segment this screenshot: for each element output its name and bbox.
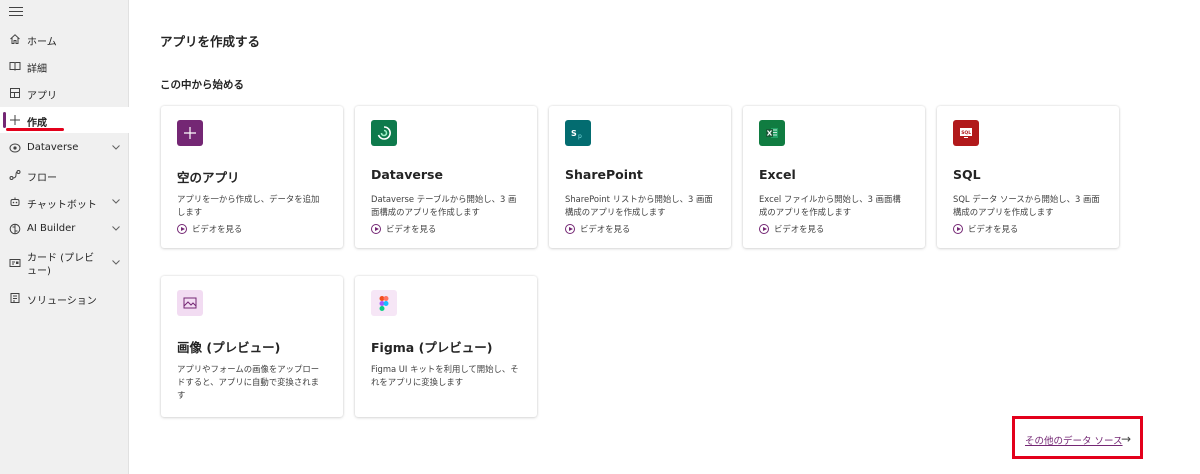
video-label: ビデオを見る (774, 224, 825, 234)
card-blank-app[interactable]: 空のアプリ アプリを一から作成し、データを追加します ビデオを見る (161, 106, 343, 248)
card-icon (8, 256, 21, 269)
sidebar-item-dataverse[interactable]: Dataverse (0, 135, 129, 161)
card-title: SharePoint (565, 167, 643, 182)
watch-video-link[interactable]: ビデオを見る (565, 223, 630, 235)
card-figma-preview[interactable]: Figma (プレビュー) Figma UI キットを利用して開始し、それをアプ… (355, 276, 537, 417)
card-description: SQL データ ソースから開始し、3 画面構成のアプリを作成します (953, 194, 1100, 217)
sidebar-item-apps[interactable]: アプリ (0, 80, 129, 106)
bot-icon (8, 195, 21, 208)
flow-icon (8, 168, 21, 181)
watch-video-link[interactable]: ビデオを見る (371, 223, 436, 235)
sidebar-item-chatbots[interactable]: チャットボット (0, 189, 129, 215)
sidebar: ホーム 詳細 アプリ 作成 Dataverse フロー チャットボット AI B… (0, 0, 129, 474)
sidebar-item-label: アプリ (27, 91, 57, 102)
sidebar-item-label: ホーム (27, 37, 57, 48)
chevron-down-icon[interactable] (111, 196, 121, 206)
video-label: ビデオを見る (192, 224, 243, 234)
chevron-down-icon[interactable] (111, 142, 121, 152)
play-icon (565, 224, 575, 234)
sidebar-item-label: フロー (27, 173, 57, 184)
sidebar-item-label: Dataverse (27, 142, 79, 153)
app-root: ホーム 詳細 アプリ 作成 Dataverse フロー チャットボット AI B… (0, 0, 1200, 474)
ai-builder-icon (8, 222, 21, 235)
highlight-underline (6, 128, 64, 131)
sidebar-item-label: カード (プレビュー) (27, 253, 95, 277)
sidebar-item-solutions[interactable]: ソリューション (0, 285, 129, 311)
play-icon (759, 224, 769, 234)
watch-video-link[interactable]: ビデオを見る (759, 223, 824, 235)
hamburger-menu-icon[interactable] (9, 4, 23, 18)
sidebar-item-ai-builder[interactable]: AI Builder (0, 216, 129, 242)
sidebar-item-label: 詳細 (27, 64, 47, 75)
card-excel[interactable]: Excel Excel ファイルから開始し、3 画面構成のアプリを作成します ビ… (743, 106, 925, 248)
book-icon (8, 59, 21, 72)
sharepoint-icon: Sp (565, 120, 591, 146)
svg-text:p: p (578, 133, 582, 140)
chevron-down-icon[interactable] (111, 223, 121, 233)
card-title: Figma (プレビュー) (371, 340, 493, 355)
apps-icon (8, 86, 21, 99)
card-description: SharePoint リストから開始し、3 画面構成のアプリを作成します (565, 194, 713, 217)
plus-icon (177, 120, 203, 146)
card-description: Excel ファイルから開始し、3 画面構成のアプリを作成します (759, 194, 901, 217)
video-label: ビデオを見る (580, 224, 631, 234)
page-title: アプリを作成する (160, 34, 261, 49)
watch-video-link[interactable]: ビデオを見る (953, 223, 1018, 235)
excel-icon (759, 120, 785, 146)
video-label: ビデオを見る (386, 224, 437, 234)
sidebar-item-label: 作成 (27, 118, 47, 129)
card-dataverse[interactable]: Dataverse Dataverse テーブルから開始し、3 画面構成のアプリ… (355, 106, 537, 248)
figma-icon (371, 290, 397, 316)
image-icon (177, 290, 203, 316)
sidebar-item-cards[interactable]: カード (プレビュー) (0, 250, 129, 277)
plus-icon (8, 113, 21, 126)
card-image-preview[interactable]: 画像 (プレビュー) アプリやフォームの画像をアップロードすると、アプリに自動で… (161, 276, 343, 417)
video-label: ビデオを見る (968, 224, 1019, 234)
card-title: 画像 (プレビュー) (177, 340, 281, 355)
active-indicator (3, 112, 6, 128)
card-title: 空のアプリ (177, 170, 240, 185)
dataverse-icon (8, 141, 21, 154)
card-description: Dataverse テーブルから開始し、3 画面構成のアプリを作成します (371, 194, 517, 217)
chevron-down-icon[interactable] (111, 257, 121, 267)
card-title: SQL (953, 167, 981, 182)
sidebar-item-label: ソリューション (27, 296, 97, 307)
play-icon (953, 224, 963, 234)
home-icon (8, 32, 21, 45)
card-description: アプリを一から作成し、データを追加します (177, 194, 320, 217)
section-title: この中から始める (160, 79, 244, 91)
play-icon (371, 224, 381, 234)
card-sharepoint[interactable]: Sp SharePoint SharePoint リストから開始し、3 画面構成… (549, 106, 731, 248)
sidebar-item-flows[interactable]: フロー (0, 162, 129, 188)
sidebar-item-learn[interactable]: 詳細 (0, 53, 129, 79)
card-title: Excel (759, 167, 796, 182)
sidebar-item-label: チャットボット (27, 200, 97, 211)
card-title: Dataverse (371, 167, 443, 182)
card-sql[interactable]: SQL SQL SQL データ ソースから開始し、3 画面構成のアプリを作成しま… (937, 106, 1119, 248)
solution-icon (8, 291, 21, 304)
play-icon (177, 224, 187, 234)
card-description: Figma UI キットを利用して開始し、それをアプリに変換します (371, 364, 519, 387)
svg-text:S: S (571, 129, 577, 138)
card-description: アプリやフォームの画像をアップロードすると、アプリに自動で変換されます (177, 364, 320, 400)
sidebar-item-home[interactable]: ホーム (0, 26, 129, 52)
dataverse-icon (371, 120, 397, 146)
sql-icon: SQL (953, 120, 979, 146)
arrow-right-icon[interactable]: → (1121, 432, 1131, 446)
svg-text:SQL: SQL (961, 130, 971, 136)
watch-video-link[interactable]: ビデオを見る (177, 223, 242, 235)
more-data-sources-link[interactable]: その他のデータ ソース (1025, 433, 1123, 447)
sidebar-item-label: AI Builder (27, 223, 76, 234)
